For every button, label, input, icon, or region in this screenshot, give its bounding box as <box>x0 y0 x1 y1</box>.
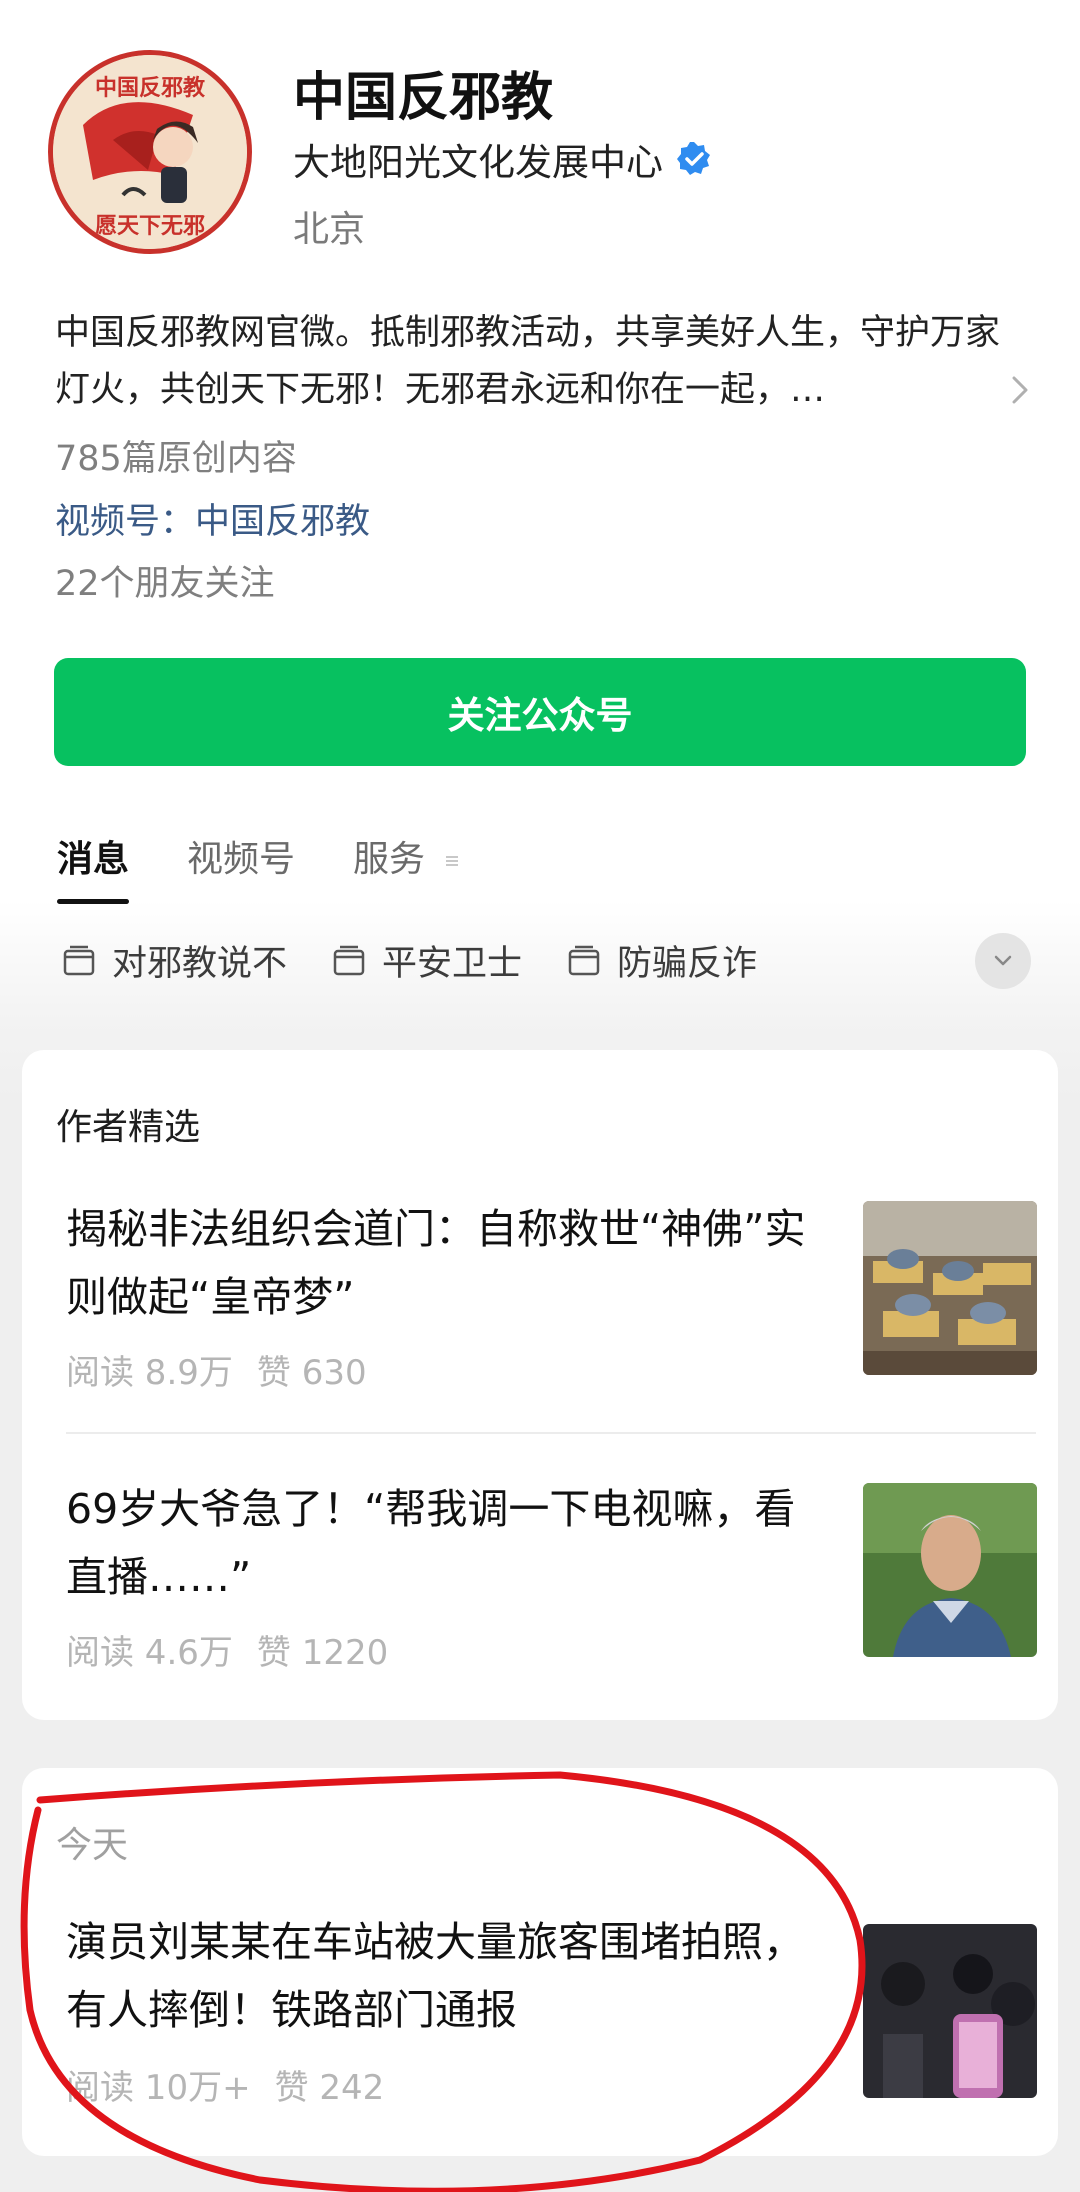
account-location: 北京 <box>293 209 366 250</box>
folder-icon <box>568 945 600 975</box>
folder-icon <box>63 945 95 975</box>
tab-services-label: 服务 <box>353 839 426 880</box>
article-reads: 阅读 4.6万 <box>66 1633 233 1673</box>
article-meta: 阅读 4.6万 赞 1220 <box>66 1625 388 1674</box>
video-channel-link[interactable]: 视频号： 中国反邪教 <box>55 493 370 544</box>
collection-item[interactable]: 对邪教说不 <box>62 935 287 986</box>
article-thumbnail <box>863 1924 1037 2098</box>
article-thumbnail-image <box>863 1201 1037 1375</box>
article-item[interactable]: 69岁大爷急了！“帮我调一下电视嘛，看直播……” 阅读 4.6万 赞 1220 <box>66 1475 1037 1675</box>
organization-row[interactable]: 大地阳光文化发展中心 <box>293 132 713 186</box>
profile-tabs: 消息 视频号 服务 <box>57 830 519 904</box>
tab-video[interactable]: 视频号 <box>187 830 295 904</box>
original-content-count[interactable]: 785篇原创内容 <box>55 430 297 481</box>
article-likes: 赞 1220 <box>256 1633 389 1673</box>
organization-name: 大地阳光文化发展中心 <box>293 141 663 184</box>
article-likes: 赞 242 <box>274 2068 385 2108</box>
tab-messages[interactable]: 消息 <box>57 830 130 904</box>
chevron-right-icon[interactable] <box>1008 372 1032 408</box>
video-channel-prefix: 视频号： <box>55 502 196 542</box>
article-thumbnail-image <box>863 1483 1037 1657</box>
chevron-down-icon <box>994 955 1012 966</box>
account-avatar[interactable]: 中国反邪教 愿天下无邪 <box>48 50 252 254</box>
account-title: 中国反邪教 <box>293 68 554 128</box>
today-label: 今天 <box>56 1825 129 1866</box>
tab-services[interactable]: 服务 <box>353 830 460 904</box>
article-likes: 赞 630 <box>256 1353 367 1393</box>
collection-label: 对邪教说不 <box>112 944 288 984</box>
article-reads: 阅读 8.9万 <box>66 1353 233 1393</box>
verified-badge-icon <box>677 142 710 175</box>
friends-following[interactable]: 22个朋友关注 <box>55 555 275 606</box>
account-header: 中国反邪教 愿天下无邪 中国反邪教 大地阳光文化发展中心 北京 <box>0 0 1080 290</box>
article-thumbnail <box>863 1201 1037 1375</box>
collection-label: 平安卫士 <box>382 944 523 984</box>
expand-collections-button[interactable] <box>975 933 1031 989</box>
article-divider <box>66 1432 1036 1434</box>
article-item[interactable]: 演员刘某某在车站被大量旅客围堵拍照，有人摔倒！铁路部门通报 阅读 10万+ 赞 … <box>66 1908 1037 2109</box>
account-profile-page: 中国反邪教 愿天下无邪 中国反邪教 大地阳光文化发展中心 北京 中国反邪教网官微… <box>0 0 1080 2192</box>
folder-icon <box>333 945 365 975</box>
avatar-text-bottom: 愿天下无邪 <box>95 214 205 239</box>
article-title: 69岁大爷急了！“帮我调一下电视嘛，看直播……” <box>66 1485 796 1601</box>
article-thumbnail-image <box>863 1924 1037 2098</box>
featured-label: 作者精选 <box>56 1107 201 1148</box>
collection-item[interactable]: 平安卫士 <box>332 935 522 986</box>
menu-lines-icon <box>445 856 458 866</box>
article-title: 演员刘某某在车站被大量旅客围堵拍照，有人摔倒！铁路部门通报 <box>66 1918 804 2034</box>
video-channel-name: 中国反邪教 <box>195 502 371 542</box>
today-articles-card: 今天 演员刘某某在车站被大量旅客围堵拍照，有人摔倒！铁路部门通报 阅读 10万+… <box>22 1768 1058 2156</box>
article-title: 揭秘非法组织会道门：自称救世“神佛”实则做起“皇帝梦” <box>66 1205 806 1321</box>
featured-articles-card: 作者精选 揭秘非法组织会道门：自称救世“神佛”实则做起“皇帝梦” 阅读 8.9万… <box>22 1050 1058 1720</box>
article-meta: 阅读 8.9万 赞 630 <box>66 1345 367 1394</box>
collections-row: 对邪教说不 平安卫士 防骗反诈 <box>62 935 802 986</box>
account-bio[interactable]: 中国反邪教网官微。抵制邪教活动，共享美好人生，守护万家灯火，共创天下无邪！无邪君… <box>55 305 1015 419</box>
article-reads: 阅读 10万+ <box>66 2068 251 2108</box>
article-item[interactable]: 揭秘非法组织会道门：自称救世“神佛”实则做起“皇帝梦” 阅读 8.9万 赞 63… <box>66 1195 1037 1395</box>
article-meta: 阅读 10万+ 赞 242 <box>66 2060 384 2109</box>
collection-label: 防骗反诈 <box>617 944 758 984</box>
follow-button[interactable]: 关注公众号 <box>54 658 1026 766</box>
article-thumbnail <box>863 1483 1037 1657</box>
avatar-text-top: 中国反邪教 <box>95 75 206 101</box>
avatar-logo-icon: 中国反邪教 愿天下无邪 <box>53 55 247 249</box>
collection-item[interactable]: 防骗反诈 <box>567 935 757 986</box>
